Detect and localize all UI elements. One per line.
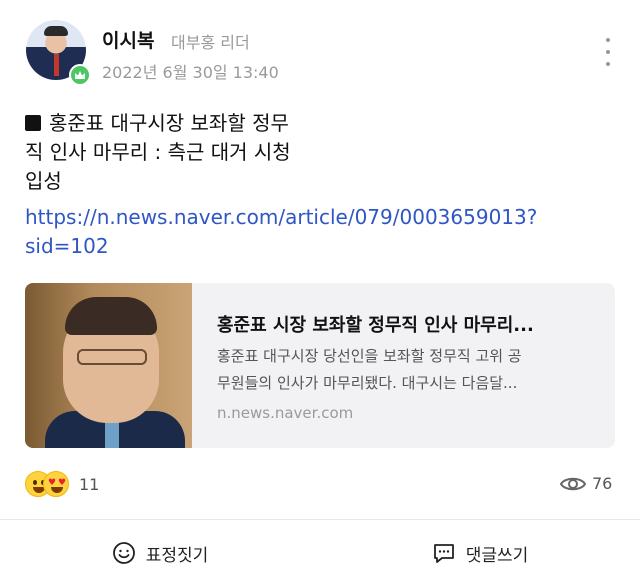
post-text-line-1: 홍준표 대구시장 보좌할 정무 [49, 111, 289, 135]
avatar-hair [44, 26, 68, 36]
link-preview-card[interactable]: 홍준표 시장 보좌할 정무직 인사 마무리... 홍준표 대구시장 당선인을 보… [25, 283, 615, 448]
emoji-mouth [51, 487, 63, 493]
more-dot [606, 38, 610, 42]
view-stats: 76 [560, 474, 612, 493]
post-body: 홍준표 대구시장 보좌할 정무 직 인사 마무리 : 측근 대거 시청 입성 [25, 109, 355, 196]
post-date: 2022년 6월 30일 13:40 [102, 63, 279, 82]
thumbnail-hair [65, 297, 157, 335]
react-button[interactable]: 표정짓기 [0, 520, 320, 586]
square-bullet-icon [25, 115, 41, 131]
comment-icon [433, 544, 454, 563]
card-desc-line-2: 무원들의 인사가 마무리됐다. 대구시는 다음달... [217, 374, 518, 392]
post-text-line: 홍준표 대구시장 보좌할 정무 [25, 109, 355, 138]
action-bar: 표정짓기 댓글쓰기 [0, 520, 640, 586]
card-domain: n.news.naver.com [217, 404, 354, 422]
more-dot [606, 62, 610, 66]
view-count: 76 [592, 474, 613, 493]
article-link-line-2[interactable]: sid=102 [25, 232, 615, 261]
avatar-tie [54, 54, 59, 76]
author-role: 대부홍 리더 [171, 33, 250, 52]
article-link-line-1[interactable]: https://n.news.naver.com/article/079/000… [25, 203, 615, 232]
react-button-label: 표정짓기 [145, 545, 209, 566]
article-thumbnail [25, 283, 192, 448]
card-title: 홍준표 시장 보좌할 정무직 인사 마무리... [217, 315, 534, 336]
reaction-count: 11 [79, 474, 100, 494]
post-header: 이시복 대부홍 리더 2022년 6월 30일 13:40 [0, 0, 640, 100]
comment-button[interactable]: 댓글쓰기 [320, 520, 640, 586]
emoji-eye [33, 480, 37, 485]
more-dot [606, 50, 610, 54]
author-name[interactable]: 이시복 [102, 26, 154, 53]
post-text-line-3: 입성 [25, 169, 62, 193]
thumbnail-glasses [77, 349, 147, 365]
crown-icon [69, 64, 91, 86]
article-link[interactable]: https://n.news.naver.com/article/079/000… [25, 203, 615, 261]
card-desc-line-1: 홍준표 대구시장 당선인을 보좌할 정무직 고위 공 [217, 347, 522, 365]
more-vertical-icon[interactable] [603, 38, 613, 66]
post-text-line-2: 직 인사 마무리 : 측근 대거 시청 [25, 140, 291, 164]
heart-eyes-emoji-icon: ♥ ♥ [43, 471, 69, 497]
card-description: 홍준표 대구시장 당선인을 보좌할 정무직 고위 공 무원들의 인사가 마무리됐… [217, 343, 597, 397]
eye-icon [560, 477, 586, 490]
reaction-summary[interactable]: ♥ ♥ 11 [25, 469, 99, 499]
comment-button-label: 댓글쓰기 [465, 545, 529, 566]
smile-icon [112, 542, 135, 564]
